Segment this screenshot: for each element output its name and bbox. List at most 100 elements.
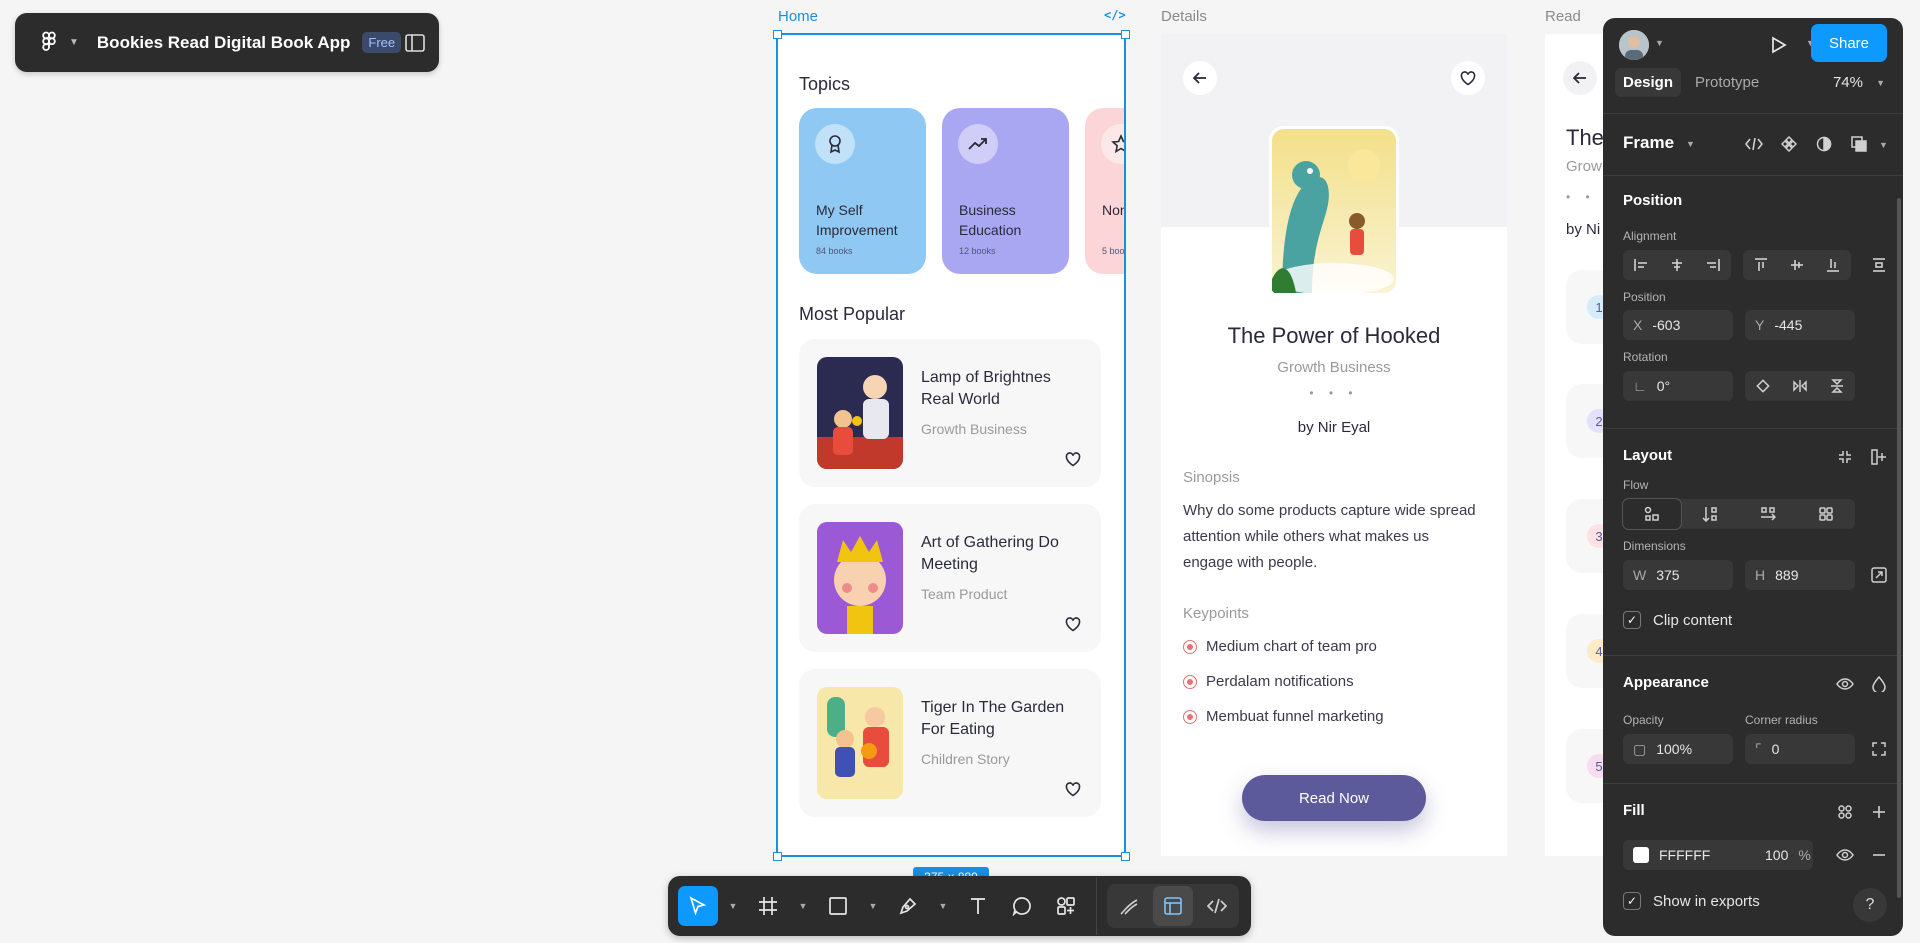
opacity-field[interactable]: ▢ 100%	[1623, 734, 1733, 764]
text-tool-icon[interactable]	[958, 886, 998, 926]
actions-tool-icon[interactable]	[1046, 886, 1086, 926]
visibility-eye-icon[interactable]	[1831, 670, 1859, 698]
book-card[interactable]: Art of Gathering Do Meeting Team Product	[799, 504, 1101, 652]
book-card[interactable]: Lamp of Brightnes Real World Growth Busi…	[799, 339, 1101, 487]
add-auto-layout-icon[interactable]	[1865, 443, 1893, 471]
align-center-horizontal-icon[interactable]	[1659, 250, 1695, 280]
zoom-chevron-icon[interactable]: ▼	[1876, 78, 1885, 88]
frame-label-read[interactable]: Read	[1545, 8, 1581, 25]
align-left-icon[interactable]	[1623, 250, 1659, 280]
resize-handle-bottom-right[interactable]	[1121, 852, 1130, 861]
details-book-cover-image	[1269, 126, 1399, 296]
figma-logo-icon[interactable]	[35, 29, 63, 57]
tab-prototype[interactable]: Prototype	[1687, 68, 1767, 97]
flip-vertical-icon[interactable]	[1818, 371, 1855, 401]
dev-mode-code-icon[interactable]: </>	[1104, 8, 1126, 22]
blend-mode-drop-icon[interactable]	[1865, 670, 1893, 698]
present-play-icon[interactable]	[1765, 31, 1793, 59]
clip-content-checkbox[interactable]: ✓ Clip content	[1623, 611, 1732, 629]
frame-type-selector[interactable]: Frame	[1623, 133, 1674, 153]
toggle-sidebar-icon[interactable]	[405, 33, 425, 52]
most-popular-heading: Most Popular	[799, 304, 906, 324]
frame-tool-icon[interactable]	[748, 886, 788, 926]
rotate-90-icon[interactable]	[1745, 371, 1782, 401]
back-arrow-icon[interactable]	[1183, 61, 1217, 95]
zoom-level[interactable]: 74%	[1833, 74, 1863, 91]
read-now-button[interactable]: Read Now	[1242, 775, 1426, 821]
home-frame[interactable]: Topics My Self Improvement 84 books Busi…	[777, 34, 1125, 856]
topic-card[interactable]: Business Education 12 books	[942, 108, 1069, 274]
height-field[interactable]: H 889	[1745, 560, 1855, 590]
flip-horizontal-icon[interactable]	[1782, 371, 1819, 401]
shape-tool-chevron-icon[interactable]: ▼	[862, 901, 884, 911]
independent-corners-icon[interactable]	[1865, 735, 1893, 763]
add-fill-plus-icon[interactable]	[1865, 798, 1893, 826]
divider	[1603, 113, 1903, 114]
flow-freeform-icon[interactable]	[1622, 498, 1682, 530]
constrain-proportions-icon[interactable]	[1865, 561, 1893, 589]
code-icon[interactable]	[1740, 130, 1768, 158]
pen-tool-icon[interactable]	[888, 886, 928, 926]
align-right-icon[interactable]	[1695, 250, 1731, 280]
frame-tool-chevron-icon[interactable]: ▼	[792, 901, 814, 911]
mask-icon[interactable]	[1810, 130, 1838, 158]
panel-scrollbar[interactable]	[1897, 198, 1901, 898]
synopsis-label: Sinopsis	[1183, 469, 1240, 486]
back-arrow-icon[interactable]	[1563, 61, 1597, 95]
frame-label-details[interactable]: Details	[1161, 8, 1207, 25]
book-detail-author: by Nir Eyal	[1297, 419, 1371, 436]
boolean-icon[interactable]	[1845, 130, 1873, 158]
fill-color-field[interactable]: FFFFFF 100 %	[1623, 840, 1813, 870]
favorite-heart-icon[interactable]	[1065, 452, 1081, 467]
move-tool-icon[interactable]	[678, 886, 718, 926]
topic-card[interactable]: My Self Improvement 84 books	[799, 108, 926, 274]
tab-design[interactable]: Design	[1615, 68, 1682, 97]
frame-type-chevron-icon[interactable]: ▼	[1686, 139, 1695, 149]
file-title[interactable]: Bookies Read Digital Book App	[97, 33, 350, 53]
draw-mode-icon[interactable]	[1109, 886, 1149, 926]
move-tool-chevron-icon[interactable]: ▼	[722, 901, 744, 911]
flow-grid-icon[interactable]	[1797, 499, 1855, 529]
flow-horizontal-icon[interactable]	[1739, 499, 1797, 529]
remove-fill-minus-icon[interactable]	[1865, 841, 1893, 869]
align-middle-vertical-icon[interactable]	[1779, 250, 1815, 280]
avatar-chevron-icon[interactable]: ▼	[1655, 38, 1664, 48]
share-button[interactable]: Share	[1811, 24, 1887, 62]
component-icon[interactable]	[1775, 130, 1803, 158]
fill-swatch[interactable]	[1633, 847, 1649, 863]
dev-mode-icon[interactable]	[1197, 886, 1237, 926]
show-in-exports-checkbox[interactable]: ✓ Show in exports	[1623, 892, 1760, 910]
boolean-chevron-icon[interactable]: ▼	[1879, 140, 1888, 150]
y-position-field[interactable]: Y -445	[1745, 310, 1855, 340]
user-avatar[interactable]	[1619, 30, 1649, 60]
resize-handle-top-right[interactable]	[1121, 30, 1130, 39]
h-key: H	[1755, 567, 1766, 583]
fill-visibility-eye-icon[interactable]	[1831, 841, 1859, 869]
layout-heading: Layout	[1623, 447, 1673, 464]
collapse-layout-icon[interactable]	[1831, 443, 1859, 471]
flow-vertical-icon[interactable]	[1681, 499, 1739, 529]
comment-tool-icon[interactable]	[1002, 886, 1042, 926]
corner-radius-field[interactable]: ⌜ 0	[1745, 734, 1855, 764]
topic-card[interactable]: Non Story 5 books	[1085, 108, 1125, 274]
favorite-heart-icon[interactable]	[1065, 782, 1081, 797]
align-bottom-icon[interactable]	[1815, 250, 1851, 280]
main-menu-chevron-icon[interactable]: ▼	[69, 37, 79, 48]
rotation-field[interactable]: ∟ 0°	[1623, 371, 1733, 401]
resize-handle-top-left[interactable]	[773, 30, 782, 39]
favorite-heart-icon[interactable]	[1451, 61, 1485, 95]
help-button[interactable]: ?	[1853, 888, 1887, 922]
frame-label-home[interactable]: Home	[778, 8, 818, 25]
resize-handle-bottom-left[interactable]	[773, 852, 782, 861]
styles-grid-icon[interactable]	[1831, 798, 1859, 826]
design-mode-icon[interactable]	[1153, 886, 1193, 926]
align-top-icon[interactable]	[1743, 250, 1779, 280]
favorite-heart-icon[interactable]	[1065, 617, 1081, 632]
x-position-field[interactable]: X -603	[1623, 310, 1733, 340]
rectangle-tool-icon[interactable]	[818, 886, 858, 926]
width-field[interactable]: W 375	[1623, 560, 1733, 590]
details-frame[interactable]: The Power of Hooked Growth Business • • …	[1161, 34, 1507, 856]
pen-tool-chevron-icon[interactable]: ▼	[932, 901, 954, 911]
book-card[interactable]: Tiger In The Garden For Eating Children …	[799, 669, 1101, 817]
distribute-spacing-icon[interactable]	[1865, 251, 1893, 279]
